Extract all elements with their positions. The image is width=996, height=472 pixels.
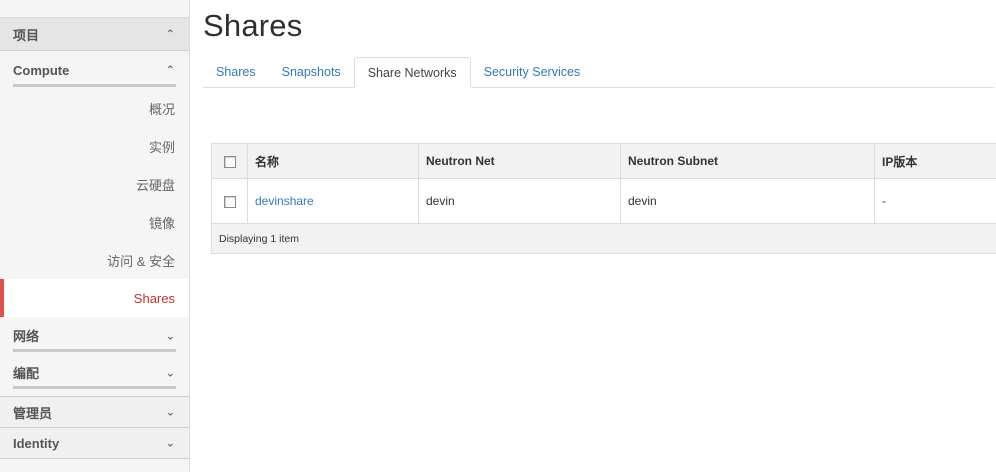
select-all-checkbox[interactable] (223, 155, 236, 168)
sidebar-orchestration-label: 编配 (13, 366, 40, 381)
sidebar-item-volumes[interactable]: 云硬盘 (0, 165, 189, 203)
tab-security-services[interactable]: Security Services (471, 57, 594, 87)
sidebar-project-label: 项目 (13, 27, 40, 43)
chevron-down-icon: ⌄ (165, 367, 175, 379)
column-header-neutron-subnet[interactable]: Neutron Subnet (620, 143, 875, 179)
cell-ip-version: - (874, 178, 996, 224)
sidebar-item-overview[interactable]: 概况 (0, 89, 189, 127)
main-content: Shares Shares Snapshots Share Networks S… (190, 0, 996, 472)
cell-neutron-subnet: devin (620, 178, 875, 224)
sidebar-item-shares[interactable]: Shares (0, 279, 189, 317)
chevron-up-icon: ⌃ (165, 28, 175, 41)
tab-shares[interactable]: Shares (203, 57, 269, 87)
cell-neutron-net: devin (418, 178, 621, 224)
table-row: devinshare devin devin - (211, 178, 996, 224)
sidebar-item-label: 概况 (148, 101, 175, 117)
sidebar: 项目 ⌃ Compute ⌃ 概况 实例 云硬盘 镜像 访问 & 安全 Shar… (0, 0, 190, 472)
sidebar-section-network[interactable]: 网络 ⌄ (0, 317, 189, 354)
page-title: Shares (203, 8, 303, 43)
sidebar-top-strip (0, 0, 189, 18)
table-footer-row: Displaying 1 item (211, 223, 996, 254)
sidebar-item-label: 镜像 (148, 215, 175, 231)
share-networks-table: 名称 Neutron Net Neutron Subnet IP版本 devin… (211, 143, 996, 254)
share-network-link[interactable]: devinshare (255, 194, 314, 208)
sidebar-admin-label: 管理员 (13, 405, 53, 421)
row-select-cell (211, 178, 248, 224)
tab-snapshots[interactable]: Snapshots (269, 57, 354, 87)
table-header-row: 名称 Neutron Net Neutron Subnet IP版本 (211, 143, 996, 179)
sidebar-item-images[interactable]: 镜像 (0, 203, 189, 241)
chevron-down-icon: ⌄ (165, 406, 175, 419)
sidebar-item-instances[interactable]: 实例 (0, 127, 189, 165)
column-header-ip-version[interactable]: IP版本 (874, 143, 996, 179)
section-underline (13, 386, 176, 389)
sidebar-item-label: 访问 & 安全 (107, 253, 175, 269)
sidebar-section-orchestration[interactable]: 编配 ⌄ (0, 354, 189, 391)
sidebar-item-label: 实例 (148, 139, 175, 155)
sidebar-section-identity[interactable]: Identity ⌄ (0, 427, 189, 459)
chevron-down-icon: ⌄ (165, 437, 175, 450)
column-header-name[interactable]: 名称 (247, 143, 419, 179)
sidebar-network-label: 网络 (13, 329, 40, 344)
sidebar-section-admin[interactable]: 管理员 ⌄ (0, 396, 189, 427)
chevron-up-icon: ⌃ (165, 64, 175, 77)
sidebar-section-project[interactable]: 项目 ⌃ (0, 18, 189, 51)
select-all-cell (211, 143, 248, 179)
share-networks-table-wrap: 名称 Neutron Net Neutron Subnet IP版本 devin… (211, 143, 996, 254)
table-footer-count: Displaying 1 item (211, 223, 996, 254)
section-underline (13, 349, 176, 352)
sidebar-item-label: 云硬盘 (135, 177, 175, 193)
section-underline (13, 84, 176, 87)
sidebar-item-access-security[interactable]: 访问 & 安全 (0, 241, 189, 279)
tab-bar: Shares Snapshots Share Networks Security… (203, 57, 994, 88)
sidebar-item-label: Shares (133, 290, 175, 306)
row-checkbox[interactable] (223, 195, 236, 208)
cell-name: devinshare (247, 178, 419, 224)
column-header-neutron-net[interactable]: Neutron Net (418, 143, 621, 179)
sidebar-compute-label: Compute (13, 62, 70, 78)
chevron-down-icon: ⌄ (165, 330, 175, 342)
sidebar-section-compute[interactable]: Compute ⌃ (0, 51, 189, 89)
sidebar-identity-label: Identity (13, 435, 60, 451)
tab-share-networks[interactable]: Share Networks (353, 57, 471, 88)
sidebar-compute-items: 概况 实例 云硬盘 镜像 访问 & 安全 Shares (0, 89, 189, 317)
